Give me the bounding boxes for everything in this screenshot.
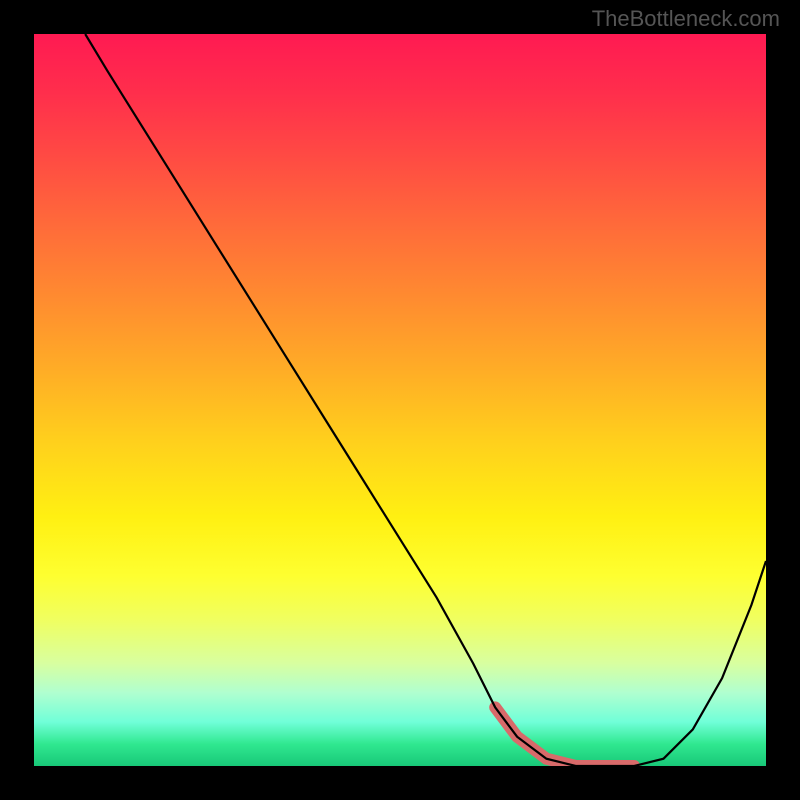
- bottleneck-curve: [85, 34, 766, 766]
- chart-svg: [34, 34, 766, 766]
- chart-plot-area: [34, 34, 766, 766]
- watermark-text: TheBottleneck.com: [592, 6, 780, 32]
